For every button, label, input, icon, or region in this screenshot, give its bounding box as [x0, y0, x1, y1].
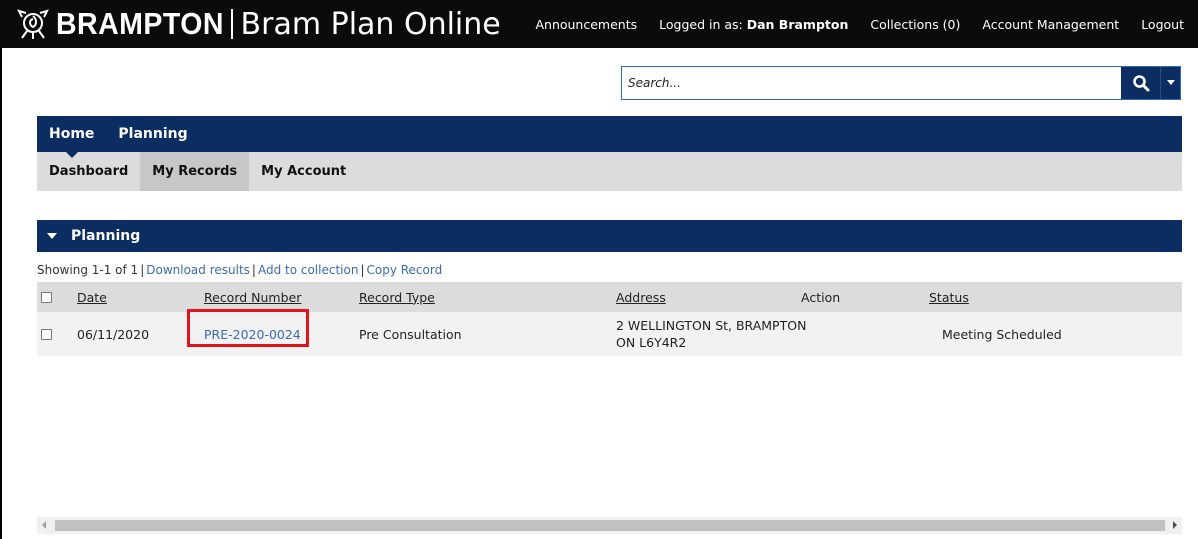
app-name: Bram Plan Online	[240, 6, 501, 42]
main-navigation: Home Planning	[37, 116, 1182, 158]
announcements-link[interactable]: Announcements	[535, 17, 637, 32]
brand-name: BRAMPTON	[56, 6, 224, 41]
caret-down-icon	[1166, 80, 1175, 85]
search-options-dropdown[interactable]	[1160, 67, 1180, 99]
header-date-label: Date	[77, 289, 107, 305]
tab-home[interactable]: Home	[37, 116, 106, 158]
logged-in-info: Logged in as: Dan Brampton	[659, 17, 848, 32]
header-status[interactable]: Status	[929, 282, 969, 312]
subtab-dashboard[interactable]: Dashboard	[37, 152, 140, 191]
records-table: Date Record Number Record Type Address A…	[37, 282, 1182, 356]
table-header-row: Date Record Number Record Type Address A…	[37, 282, 1182, 312]
select-all-checkbox[interactable]	[41, 291, 52, 303]
separator: |	[140, 263, 145, 277]
separator: |	[360, 263, 365, 277]
brampton-rose-logo-icon	[17, 9, 49, 39]
header-action-label: Action	[801, 289, 841, 305]
brand[interactable]: BRAMPTON Bram Plan Online	[16, 0, 501, 48]
account-management-link[interactable]: Account Management	[982, 17, 1119, 32]
copy-record-link[interactable]: Copy Record	[366, 263, 442, 277]
header-address[interactable]: Address	[616, 282, 666, 312]
address-line-1: 2 WELLINGTON St, BRAMPTON	[616, 318, 807, 333]
search-button[interactable]	[1121, 67, 1160, 99]
logged-in-label: Logged in as:	[659, 16, 743, 32]
subtab-my-account[interactable]: My Account	[249, 152, 358, 191]
scroll-right-arrow-icon[interactable]	[1173, 521, 1177, 529]
header-date[interactable]: Date	[77, 282, 107, 312]
scroll-left-arrow-icon[interactable]	[42, 521, 46, 529]
row-checkbox[interactable]	[41, 328, 52, 340]
tab-planning[interactable]: Planning	[106, 116, 199, 152]
select-all-cell	[41, 282, 52, 312]
record-number-link[interactable]: PRE-2020-0024	[204, 327, 301, 342]
download-results-link[interactable]: Download results	[146, 263, 250, 277]
planning-section-toggle[interactable]: Planning	[37, 220, 1182, 252]
search-icon	[1132, 75, 1149, 92]
subtab-my-records[interactable]: My Records	[140, 152, 250, 191]
global-search	[621, 66, 1181, 100]
scrollbar-thumb[interactable]	[55, 520, 1165, 531]
collections-link[interactable]: Collections (0)	[870, 17, 960, 32]
cell-date: 06/11/2020	[77, 326, 150, 342]
cell-status: Meeting Scheduled	[942, 326, 1062, 342]
section-title: Planning	[71, 228, 141, 244]
cell-record-number: PRE-2020-0024	[204, 312, 301, 356]
cell-address: 2 WELLINGTON St, BRAMPTON ON L6Y4R2	[616, 312, 806, 356]
top-links: Announcements Logged in as: Dan Brampton…	[535, 0, 1184, 48]
row-select-cell	[41, 312, 52, 356]
header-status-label: Status	[929, 289, 969, 305]
brand-separator	[230, 9, 233, 39]
separator: |	[251, 263, 256, 277]
search-input[interactable]	[622, 67, 1121, 99]
header-address-label: Address	[616, 289, 666, 305]
left-frame-border	[0, 48, 2, 539]
results-count: Showing 1-1 of 1	[37, 263, 139, 277]
header-record-type-label: Record Type	[359, 289, 435, 305]
sub-navigation: Dashboard My Records My Account	[37, 152, 1182, 191]
address-line-2: ON L6Y4R2	[616, 335, 687, 350]
header-record-type[interactable]: Record Type	[359, 282, 435, 312]
user-name: Dan Brampton	[746, 16, 849, 32]
table-row: 06/11/2020 PRE-2020-0024 Pre Consultatio…	[37, 309, 1182, 356]
logout-link[interactable]: Logout	[1141, 17, 1184, 32]
header-record-number[interactable]: Record Number	[204, 282, 301, 312]
horizontal-scrollbar[interactable]	[37, 517, 1182, 534]
header-record-number-label: Record Number	[204, 289, 302, 305]
add-to-collection-link[interactable]: Add to collection	[258, 263, 358, 277]
top-header-bar: BRAMPTON Bram Plan Online Announcements …	[0, 0, 1198, 48]
results-summary: Showing 1-1 of 1 | Download results | Add to…	[37, 263, 442, 277]
cell-record-type: Pre Consultation	[359, 326, 462, 342]
header-action: Action	[801, 282, 840, 312]
collapse-caret-icon	[47, 233, 57, 239]
